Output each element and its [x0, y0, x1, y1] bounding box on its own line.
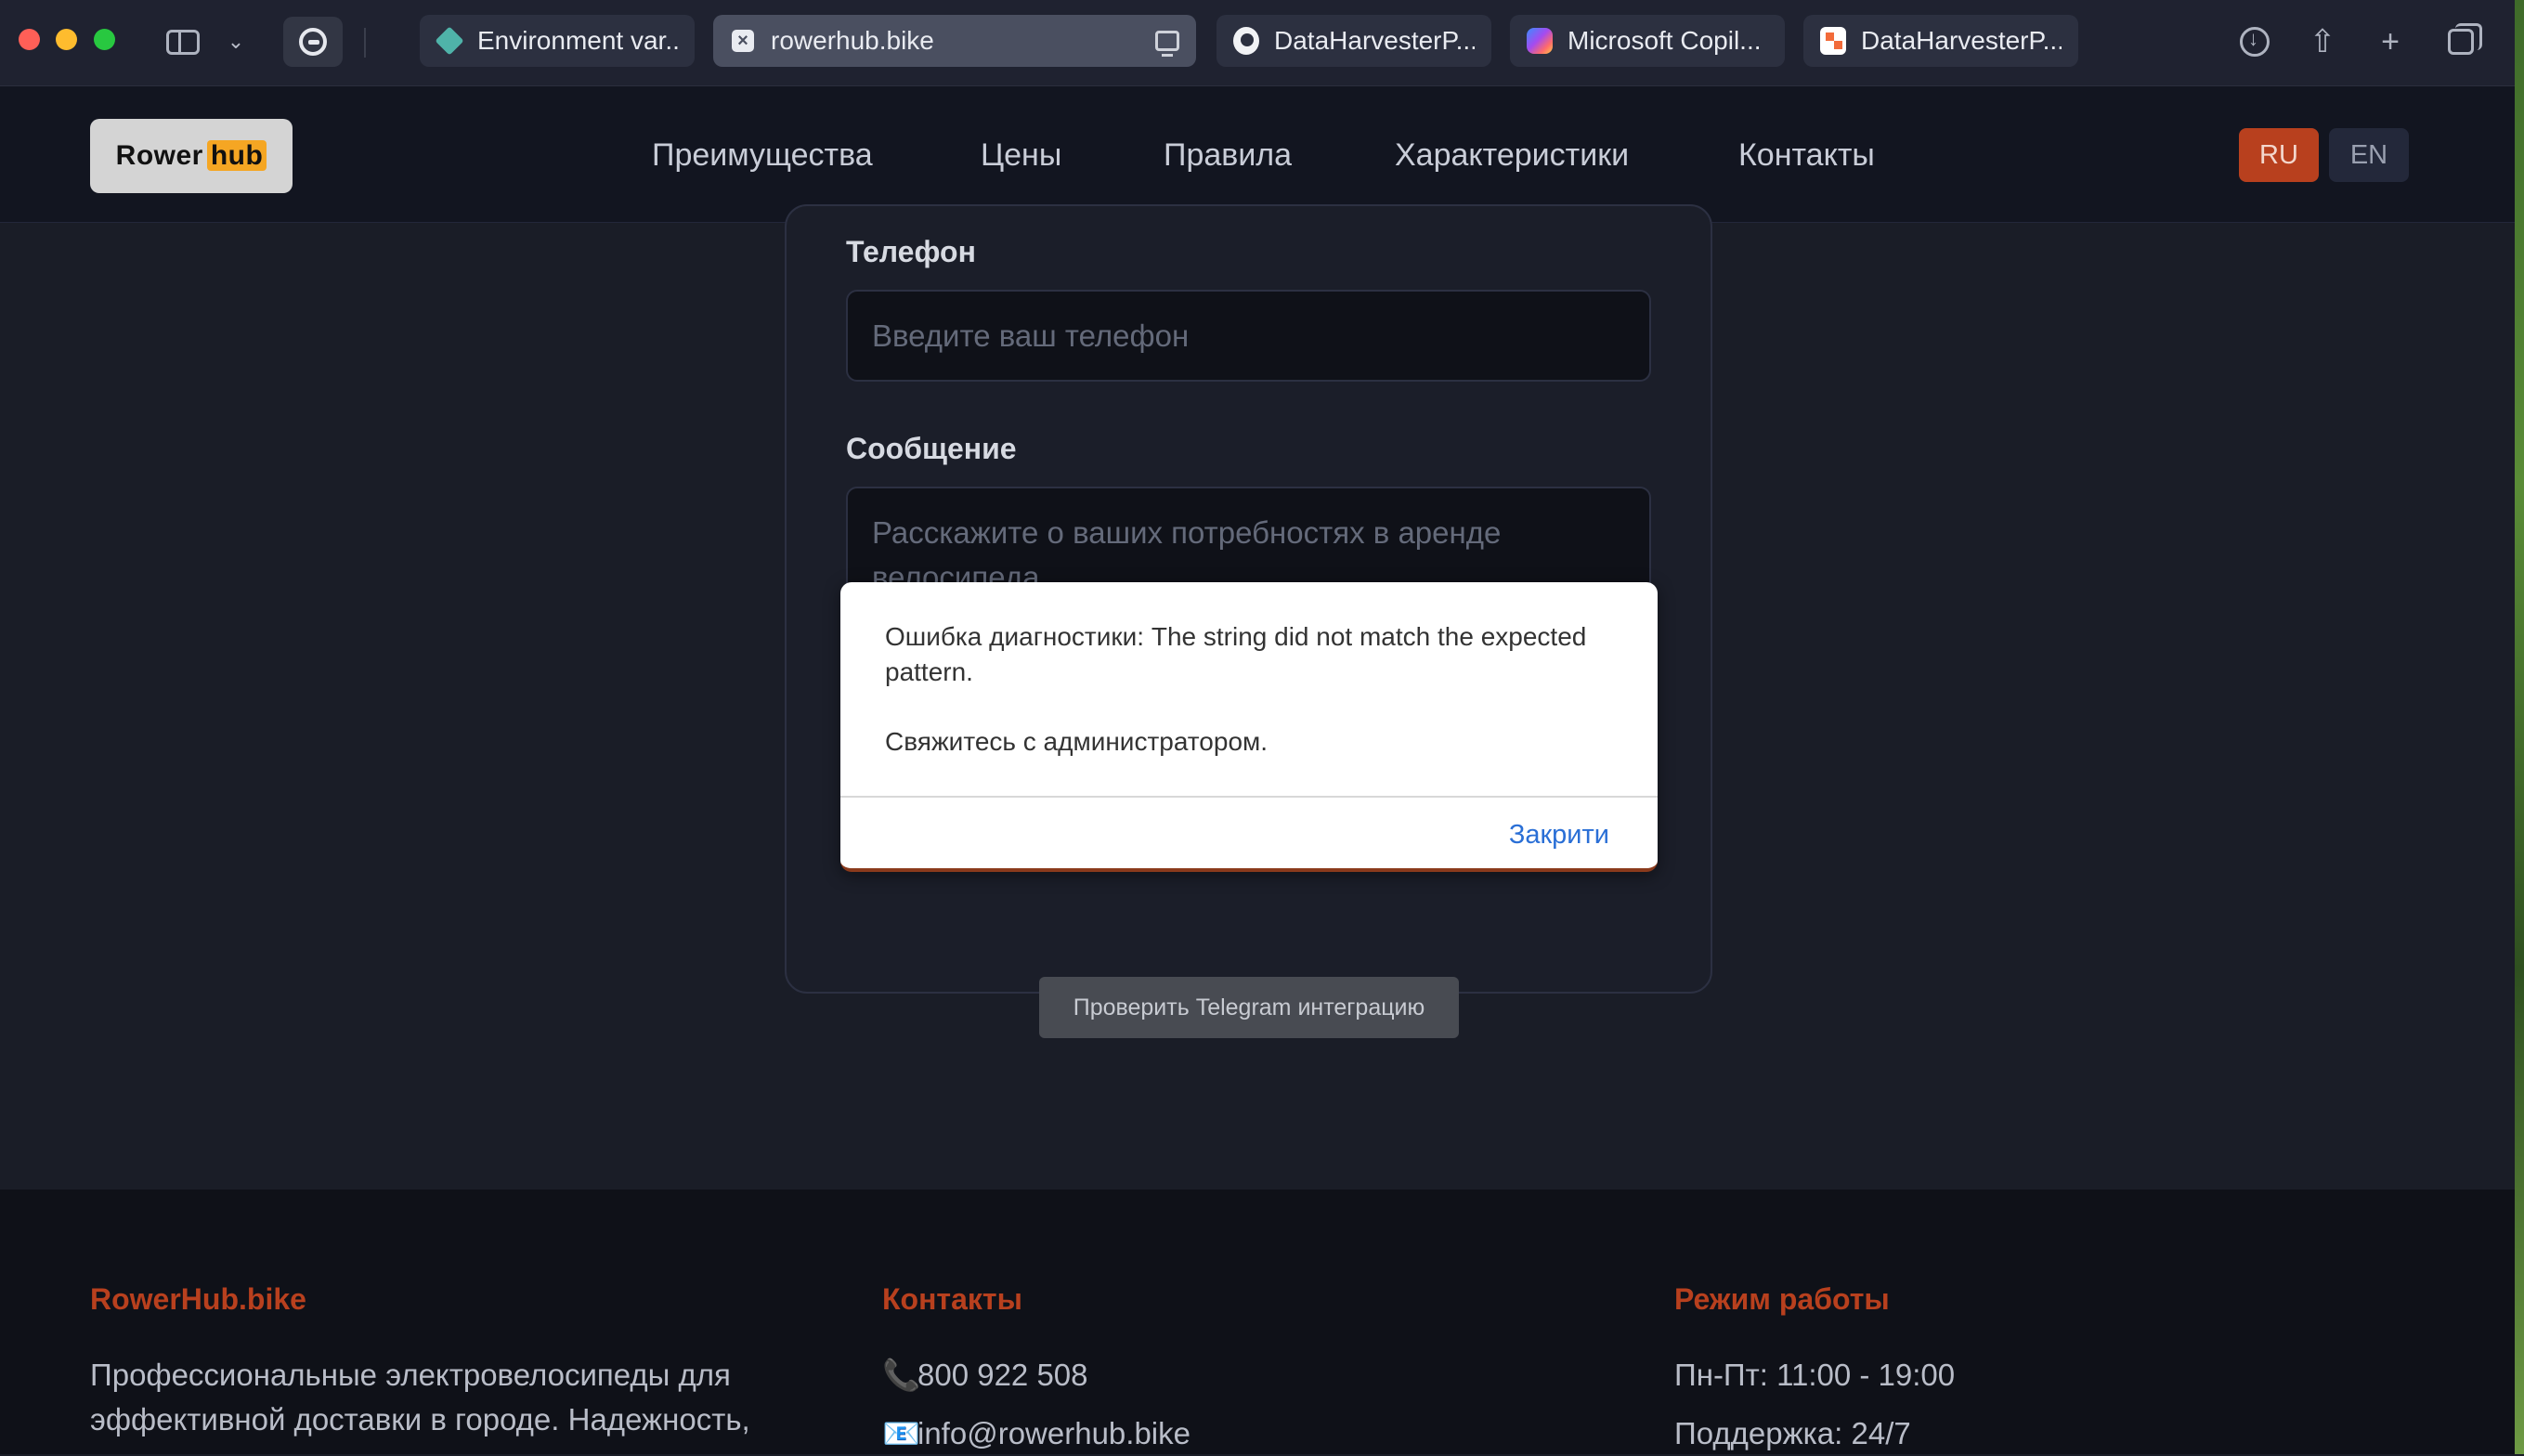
screen-share-icon[interactable] [1155, 31, 1179, 57]
dataharvester-icon [1820, 27, 1846, 55]
site-header: Rower hub Преимущества Цены Правила Харак… [0, 86, 2515, 223]
close-x-icon: × [730, 28, 756, 54]
tab-label: DataHarvesterP... [1861, 26, 2062, 55]
footer-hours-title: Режим работы [1674, 1282, 1890, 1316]
nav-contacts[interactable]: Контакты [1738, 137, 1875, 174]
browser-toolbar: ⌄ Environment var... × rowerhub.bike Dat… [0, 0, 2524, 86]
tab-label: rowerhub.bike [771, 26, 934, 55]
nav-advantages[interactable]: Преимущества [652, 137, 873, 174]
tab-label: DataHarvesterP... [1274, 26, 1475, 55]
tab-environment-variables[interactable]: Environment var... [420, 15, 695, 67]
sidebar-toggle-icon[interactable] [160, 17, 206, 67]
footer-email-value: info@rowerhub.bike [917, 1416, 1190, 1450]
tab-label: Environment var... [477, 26, 678, 55]
copilot-icon [1527, 28, 1553, 54]
nav-rules[interactable]: Правила [1164, 137, 1292, 174]
error-alert-dialog: Ошибка диагностики: The string did not m… [840, 582, 1658, 872]
chevron-down-icon[interactable]: ⌄ [219, 17, 253, 67]
logo-part1: Rower [115, 140, 203, 171]
alert-close-button[interactable]: Закрити [1509, 820, 1609, 851]
site-footer: RowerHub.bike Профессиональные электрове… [0, 1190, 2515, 1454]
alert-message-contact: Свяжитесь с администратором. [885, 727, 1269, 756]
diamond-icon [435, 26, 464, 56]
nav-specs[interactable]: Характеристики [1395, 137, 1629, 174]
tab-dataharvester-github[interactable]: DataHarvesterP... [1216, 15, 1491, 67]
share-icon[interactable]: ⇧ [2301, 20, 2344, 63]
desktop-wallpaper-edge [2515, 0, 2524, 1454]
tab-dataharvester[interactable]: DataHarvesterP... [1803, 15, 2078, 67]
footer-brand-text-line2: эффективной доставки в городе. Надежност… [90, 1402, 750, 1436]
toolbar-divider [364, 28, 366, 58]
tab-overview-icon[interactable] [2439, 20, 2482, 63]
footer-brand-text-line1: Профессиональные электровелосипеды для [90, 1358, 731, 1392]
new-tab-icon[interactable]: + [2369, 20, 2412, 63]
footer-contacts-title: Контакты [882, 1282, 1022, 1316]
extension-icon[interactable] [283, 17, 343, 67]
phone-placeholder: Введите ваш телефон [872, 318, 1190, 353]
lang-ru-button[interactable]: RU [2239, 128, 2319, 182]
tab-label: Microsoft Copil... [1568, 26, 1762, 55]
github-icon [1233, 27, 1259, 55]
logo[interactable]: Rower hub [90, 119, 293, 193]
lang-en-button[interactable]: EN [2329, 128, 2409, 182]
footer-email[interactable]: 📧info@rowerhub.bike [882, 1411, 1190, 1456]
footer-phone-value: 800 922 508 [917, 1358, 1088, 1392]
nav-prices[interactable]: Цены [981, 137, 1061, 174]
footer-brand: RowerHub.bike [90, 1282, 306, 1316]
close-window-button[interactable] [19, 29, 40, 50]
message-placeholder-line1: Расскажите о ваших потребностях в аренде [872, 515, 1502, 550]
logo-part2: hub [206, 140, 267, 171]
email-icon: 📧 [882, 1416, 921, 1450]
alert-divider [840, 796, 1658, 798]
footer-hours: Пн-Пт: 11:00 - 19:00 [1674, 1358, 1956, 1392]
tab-microsoft-copilot[interactable]: Microsoft Copil... [1510, 15, 1785, 67]
tab-rowerhub[interactable]: × rowerhub.bike [713, 15, 1196, 67]
phone-icon: 📞 [882, 1358, 921, 1392]
footer-phone[interactable]: 📞800 922 508 [882, 1353, 1088, 1398]
phone-input[interactable]: Введите ваш телефон [846, 290, 1651, 382]
footer-support: Поддержка: 24/7 [1674, 1416, 1911, 1450]
phone-label: Телефон [846, 235, 976, 268]
download-icon[interactable] [2233, 20, 2276, 63]
minimize-window-button[interactable] [56, 29, 77, 50]
maximize-window-button[interactable] [94, 29, 115, 50]
alert-message: Ошибка диагностики: The string did not m… [885, 622, 1587, 686]
message-label: Сообщение [846, 432, 1017, 465]
check-telegram-button[interactable]: Проверить Telegram интеграцию [1039, 977, 1459, 1038]
